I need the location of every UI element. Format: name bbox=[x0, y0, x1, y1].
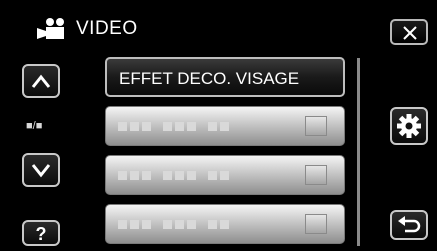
menu-item-placeholder[interactable] bbox=[105, 204, 345, 244]
help-button[interactable]: ? bbox=[22, 220, 60, 246]
scroll-up-button[interactable] bbox=[22, 64, 60, 98]
placeholder-value bbox=[305, 165, 327, 185]
placeholder-value bbox=[305, 214, 327, 234]
gear-icon bbox=[397, 114, 421, 138]
menu-item-label: EFFET DECO. VISAGE bbox=[119, 69, 300, 88]
close-button[interactable] bbox=[390, 19, 428, 45]
back-button[interactable] bbox=[390, 210, 428, 240]
video-camera-icon bbox=[37, 18, 64, 39]
header-bar: VIDEO bbox=[0, 0, 437, 52]
scrollbar[interactable] bbox=[357, 58, 360, 246]
page-indicator: ■/■ bbox=[26, 120, 43, 132]
close-icon bbox=[403, 26, 417, 40]
chevron-up-icon bbox=[31, 74, 51, 88]
placeholder-text bbox=[118, 171, 229, 180]
menu-item-effet-deco-visage[interactable]: EFFET DECO. VISAGE bbox=[105, 57, 345, 97]
settings-button[interactable] bbox=[390, 107, 428, 145]
chevron-down-icon bbox=[31, 164, 51, 178]
menu-item-placeholder[interactable] bbox=[105, 106, 345, 146]
placeholder-value bbox=[305, 116, 327, 136]
menu-item-placeholder[interactable] bbox=[105, 155, 345, 195]
scroll-down-button[interactable] bbox=[22, 153, 60, 187]
placeholder-text bbox=[118, 220, 229, 229]
page-title: VIDEO bbox=[76, 18, 138, 39]
return-arrow-icon bbox=[398, 216, 421, 233]
placeholder-text bbox=[118, 122, 229, 131]
help-label: ? bbox=[35, 224, 47, 244]
